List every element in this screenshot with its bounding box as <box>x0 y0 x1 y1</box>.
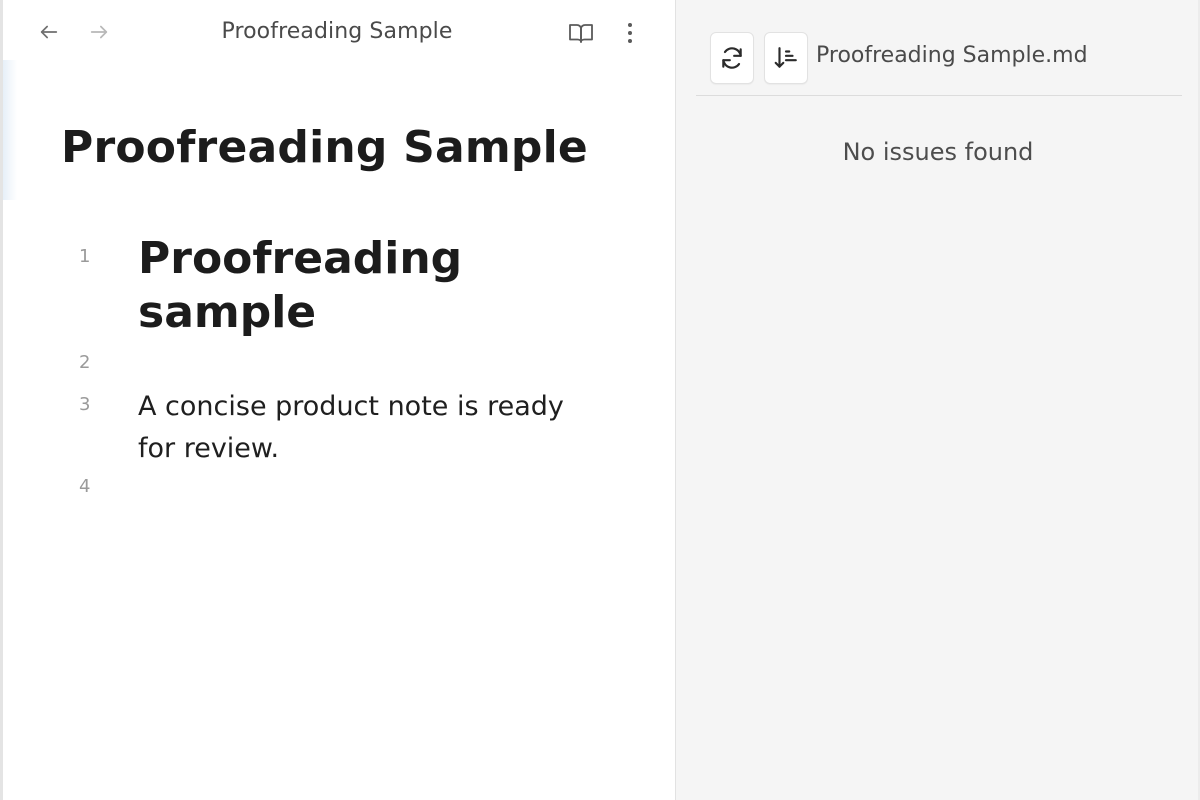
sort-icon <box>774 47 797 68</box>
tab-title-text: Proofreading Sample <box>221 19 453 44</box>
panel-file-name: Proofreading Sample.md <box>816 43 1088 68</box>
editor-header: Proofreading Sample <box>3 0 675 64</box>
focus-glow <box>3 60 17 200</box>
paragraph-line[interactable]: A concise product note is ready for revi… <box>138 386 578 482</box>
editor-body[interactable]: 1 Proofreading sample 2 3 A concise prod… <box>3 232 675 512</box>
editor-line[interactable]: 3 A concise product note is ready for re… <box>3 386 675 482</box>
line-number: 3 <box>79 394 91 415</box>
editor-pane: Proofreading Sample Proofreading Sample … <box>0 0 676 800</box>
document-title: Proofreading Sample <box>61 122 588 173</box>
app-window: Proofreading Sample Proofreading Sample … <box>0 0 1200 800</box>
editor-line[interactable]: 4 <box>3 476 675 512</box>
issues-status-message: No issues found <box>842 138 1034 166</box>
editor-line[interactable]: 1 Proofreading sample <box>3 232 675 352</box>
more-options-button[interactable] <box>617 18 643 48</box>
refresh-icon <box>722 47 742 69</box>
line-number: 2 <box>79 352 91 373</box>
sort-button[interactable] <box>764 32 808 84</box>
reading-view-button[interactable] <box>566 18 596 48</box>
line-number: 1 <box>79 246 91 267</box>
blank-line[interactable] <box>138 352 598 386</box>
refresh-button[interactable] <box>710 32 754 84</box>
editor-line[interactable]: 2 <box>3 352 675 386</box>
panel-toolbar: Proofreading Sample.md <box>696 30 1182 96</box>
proofreading-panel: Proofreading Sample.md No issues found <box>676 0 1200 800</box>
more-vertical-icon <box>628 23 632 43</box>
line-number: 4 <box>79 476 91 497</box>
heading-line[interactable]: Proofreading sample <box>138 232 598 352</box>
blank-line[interactable] <box>138 482 598 512</box>
book-open-icon <box>569 24 593 43</box>
